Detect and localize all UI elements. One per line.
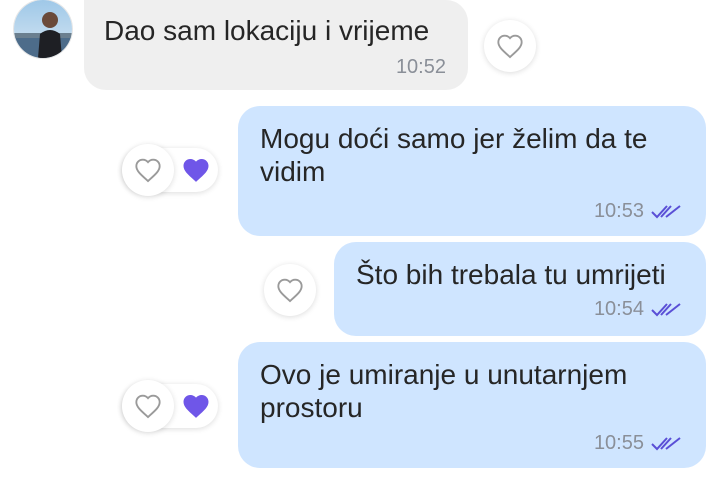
heart-outline-icon	[135, 394, 161, 419]
message-time: 10:53	[593, 200, 644, 222]
message-bubble-outgoing[interactable]: Ovo je umiranje u unutarnjem prostoru 10…	[238, 342, 706, 468]
liked-heart-badge[interactable]	[178, 388, 214, 424]
contact-avatar[interactable]	[14, 0, 72, 58]
message-bubble-incoming[interactable]: Dao sam lokaciju i vrijeme 10:52	[84, 0, 468, 90]
heart-filled-icon	[183, 159, 209, 182]
react-heart-button[interactable]	[122, 144, 174, 196]
liked-heart-badge[interactable]	[178, 152, 214, 188]
heart-filled-icon	[183, 395, 209, 418]
double-check-icon	[651, 303, 681, 317]
double-check-icon	[651, 205, 681, 219]
message-text: Što bih trebala tu umrijeti	[356, 259, 666, 290]
avatar-image	[14, 0, 72, 58]
message-text: Dao sam lokaciju i vrijeme	[104, 15, 430, 46]
heart-outline-icon	[277, 278, 303, 303]
react-heart-button[interactable]	[484, 20, 536, 72]
message-bubble-outgoing[interactable]: Mogu doći samo jer želim da te vidim 10:…	[238, 106, 706, 236]
react-heart-button[interactable]	[122, 380, 174, 432]
message-text: Mogu doći samo jer želim da te vidim	[260, 123, 648, 187]
double-check-icon	[651, 437, 681, 451]
heart-outline-icon	[497, 34, 523, 59]
message-time: 10:54	[593, 298, 644, 320]
message-time: 10:52	[395, 56, 446, 78]
message-bubble-outgoing[interactable]: Što bih trebala tu umrijeti 10:54	[334, 242, 706, 336]
react-heart-button[interactable]	[264, 264, 316, 316]
message-time: 10:55	[593, 432, 644, 454]
heart-outline-icon	[135, 158, 161, 183]
message-text: Ovo je umiranje u unutarnjem prostoru	[260, 359, 628, 423]
